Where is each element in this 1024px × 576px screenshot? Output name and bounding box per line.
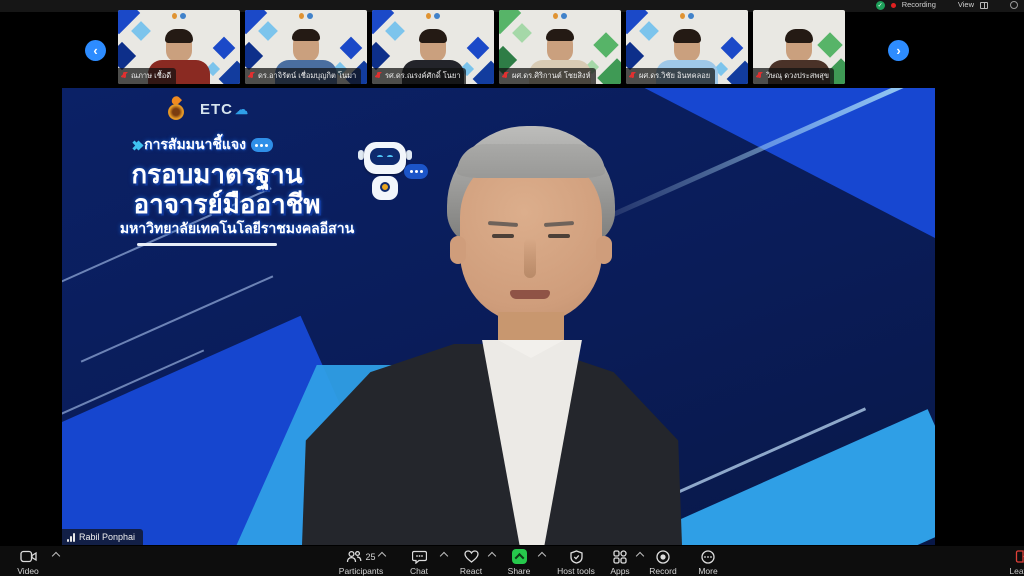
participant-tile[interactable]: วิษณุ ดวงประสพสุข xyxy=(753,10,845,84)
leave-button[interactable]: Leave xyxy=(1004,549,1024,576)
host-tools-label: Host tools xyxy=(557,566,595,576)
underline-rule xyxy=(137,243,277,246)
speaker-portrait xyxy=(302,126,682,545)
video-camera-icon xyxy=(20,549,37,564)
speaker-name-tag: Rabil Ponphai xyxy=(62,529,143,545)
shield-icon xyxy=(570,549,583,564)
leave-icon xyxy=(1015,549,1024,564)
chat-icon xyxy=(412,549,427,564)
leave-label: Leave xyxy=(1009,566,1024,576)
participant-name-tag: ณภาษ เชื้อดี xyxy=(118,68,176,84)
share-screen-icon xyxy=(512,549,527,564)
background-watermark xyxy=(299,13,313,19)
mic-muted-icon xyxy=(248,72,255,81)
mic-muted-icon xyxy=(756,72,763,81)
participants-icon xyxy=(346,550,362,563)
participant-name: วิษณุ ดวงประสพสุข xyxy=(766,70,829,82)
more-label: More xyxy=(698,566,717,576)
participant-name-tag: ดร.อาจิรัตน์ เชื่อมบุญกิต โนมา xyxy=(245,68,361,84)
more-ellipsis-icon xyxy=(701,549,715,564)
mic-muted-icon xyxy=(629,72,636,81)
university-emblem-icon xyxy=(168,96,185,120)
speech-bubble-icon xyxy=(251,138,273,152)
record-button[interactable]: Record xyxy=(640,549,686,576)
video-options-caret[interactable] xyxy=(52,552,60,558)
chat-label: Chat xyxy=(410,566,428,576)
apps-button[interactable]: Apps xyxy=(600,549,640,576)
participant-tile[interactable]: ณภาษ เชื้อดี xyxy=(118,10,240,84)
video-label: Video xyxy=(17,566,39,576)
recording-dot-icon xyxy=(891,3,896,8)
chat-options-caret[interactable] xyxy=(440,552,448,558)
participant-tile[interactable]: ผศ.ดร.วิชัย อินทคลอย xyxy=(626,10,748,84)
participant-name: ดร.อาจิรัตน์ เชื่อมบุญกิต โนมา xyxy=(258,70,356,82)
chevron-left-icon: ‹ xyxy=(93,44,97,57)
host-tools-button[interactable]: Host tools xyxy=(548,549,604,576)
background-watermark xyxy=(172,13,186,19)
filmstrip-prev-button[interactable]: ‹ xyxy=(85,40,106,61)
heart-icon xyxy=(464,549,479,564)
chevron-right-icon: › xyxy=(896,44,900,57)
more-button[interactable]: More xyxy=(686,549,730,576)
background-watermark xyxy=(680,13,694,19)
window-control-icon[interactable] xyxy=(1010,1,1018,9)
mic-muted-icon xyxy=(375,72,382,81)
view-grid-icon[interactable] xyxy=(980,2,988,9)
record-label: Record xyxy=(649,566,676,576)
chat-button[interactable]: Chat xyxy=(398,549,440,576)
share-options-caret[interactable] xyxy=(538,552,546,558)
share-button[interactable]: Share xyxy=(496,549,542,576)
apps-icon xyxy=(613,549,627,564)
participant-name-tag: ผศ.ดร.วิชัย อินทคลอย xyxy=(626,68,715,84)
background-watermark xyxy=(426,13,440,19)
view-button[interactable]: View xyxy=(958,0,974,10)
active-speaker-video[interactable]: ETC ☁ การสัมมนาชี้แจง กรอบมาตรฐาน อาจารย… xyxy=(62,88,935,545)
etc-logo-text: ETC xyxy=(200,101,233,118)
participant-tile[interactable]: ดร.อาจิรัตน์ เชื่อมบุญกิต โนมา xyxy=(245,10,367,84)
speaker-name: Rabil Ponphai xyxy=(79,532,135,542)
participants-count: 25 xyxy=(365,552,375,562)
cloud-icon: ☁ xyxy=(235,102,249,118)
participant-name-tag: ผศ.ดร.ศิริกานต์ โชยสิงห์ xyxy=(499,68,596,84)
react-options-caret[interactable] xyxy=(488,552,496,558)
react-label: React xyxy=(460,566,482,576)
zoom-meeting-window: ✓ Recording View ‹ › ณภาษ เชื้อดี xyxy=(0,0,1024,576)
participant-name-tag: รศ.ดร.ณรงค์ศักดิ์ โนยา xyxy=(372,68,466,84)
filmstrip-next-button[interactable]: › xyxy=(888,40,909,61)
etc-logo: ETC ☁ xyxy=(200,101,249,118)
record-icon xyxy=(656,549,670,564)
participant-name: ณภาษ เชื้อดี xyxy=(131,70,171,82)
apps-label: Apps xyxy=(610,566,629,576)
background-parallelogram xyxy=(654,409,935,545)
share-label: Share xyxy=(508,566,531,576)
participant-tile[interactable]: ผศ.ดร.ศิริกานต์ โชยสิงห์ xyxy=(499,10,621,84)
security-shield-icon[interactable]: ✓ xyxy=(876,1,885,10)
audio-level-icon xyxy=(67,533,75,542)
recording-status: Recording xyxy=(902,0,936,10)
participant-name: ผศ.ดร.ศิริกานต์ โชยสิงห์ xyxy=(512,70,591,82)
chevron-right-icon xyxy=(131,142,139,149)
participant-name: ผศ.ดร.วิชัย อินทคลอย xyxy=(639,70,710,82)
participant-name-tag: วิษณุ ดวงประสพสุข xyxy=(753,68,834,84)
seminar-title-line1: การสัมมนาชี้แจง xyxy=(144,134,246,156)
video-button[interactable]: Video xyxy=(6,549,50,576)
participant-name: รศ.ดร.ณรงค์ศักดิ์ โนยา xyxy=(385,70,461,82)
mic-muted-icon xyxy=(121,72,128,81)
background-watermark xyxy=(553,13,567,19)
participants-label: Participants xyxy=(339,566,383,576)
participant-tile[interactable]: รศ.ดร.ณรงค์ศักดิ์ โนยา xyxy=(372,10,494,84)
participants-options-caret[interactable] xyxy=(378,552,386,558)
mic-muted-icon xyxy=(502,72,509,81)
